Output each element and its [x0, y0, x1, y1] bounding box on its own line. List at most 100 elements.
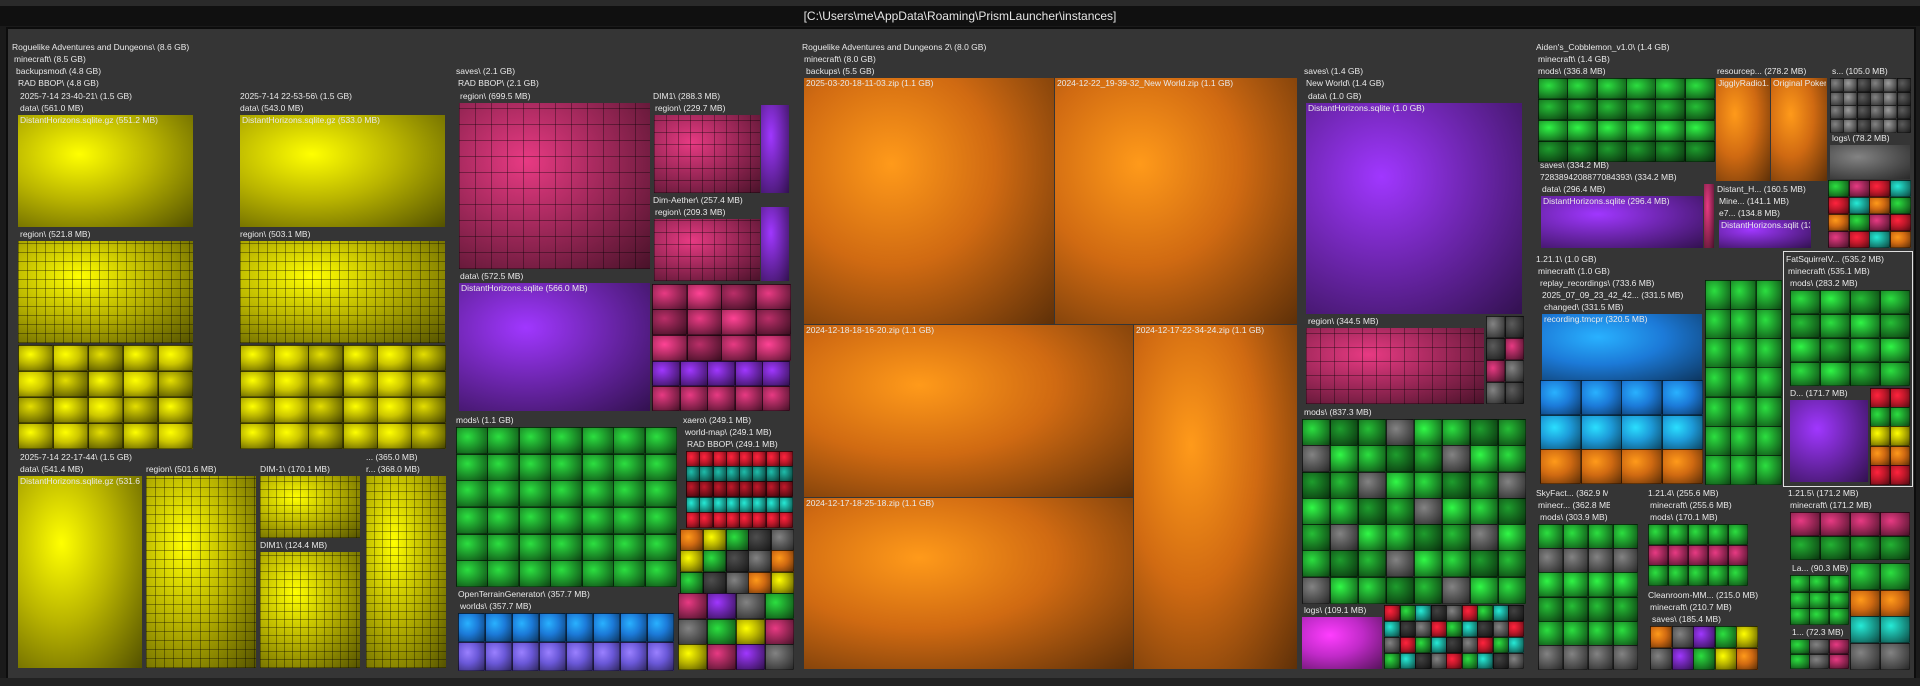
- rad-mods-file-tile[interactable]: [613, 534, 645, 561]
- rad2-mods-file-tile[interactable]: [1386, 445, 1414, 472]
- rad2-misc-tile-tile[interactable]: [1415, 637, 1431, 653]
- skyfactory-mods-file-tile[interactable]: [1563, 621, 1588, 646]
- xaero-tile-tile[interactable]: [752, 481, 766, 497]
- rad2-mods-file-tile[interactable]: [1414, 577, 1442, 604]
- rad2-mods-file-tile[interactable]: [1302, 472, 1330, 499]
- cobblemon-s-tile-tile[interactable]: [1857, 119, 1871, 133]
- rad-mods-file-tile[interactable]: [582, 560, 614, 587]
- xaero-tile-tile[interactable]: [752, 497, 766, 513]
- skyfactory-mods-file-tile[interactable]: [1588, 645, 1613, 670]
- otg-world-tile-tile[interactable]: [566, 642, 593, 671]
- rad2-mods-file-tile[interactable]: [1414, 445, 1442, 472]
- xaero-tile-tile[interactable]: [713, 512, 727, 528]
- cobblemon-distanthorizons-2[interactable]: DistantHorizons.sqlit (134.8 MB): [1719, 220, 1811, 248]
- xaero-tile-tile[interactable]: [739, 512, 753, 528]
- rad-mods-file-tile[interactable]: [487, 534, 519, 561]
- rad2-mods-file-tile[interactable]: [1386, 550, 1414, 577]
- rad2-mods-file-tile[interactable]: [1330, 498, 1358, 525]
- skyfactory-mods-file-tile[interactable]: [1538, 572, 1563, 597]
- rad2-misc-tile-tile[interactable]: [1493, 605, 1509, 621]
- cobblemon-mods-file-tile[interactable]: [1685, 120, 1715, 141]
- replay-recording-file[interactable]: recording.tmcpr (320.5 MB): [1542, 314, 1702, 380]
- otg-world-tile-tile[interactable]: [539, 613, 566, 642]
- misc-tile-2-tile[interactable]: [765, 593, 794, 619]
- rad2-mods-file-tile[interactable]: [1358, 472, 1386, 499]
- rad-mods-file-tile[interactable]: [456, 454, 488, 481]
- xaero-tile-tile[interactable]: [686, 451, 700, 467]
- backup-2-region-files-tile[interactable]: [411, 371, 446, 397]
- rad-mods-file-tile[interactable]: [645, 560, 677, 587]
- cobblemon-s-tile-tile[interactable]: [1897, 119, 1911, 133]
- rad2-region-extra-tile[interactable]: [1505, 316, 1524, 338]
- cleanroom-saves-tile-tile[interactable]: [1650, 648, 1672, 670]
- xaero-tile-tile[interactable]: [766, 497, 780, 513]
- cobblemon-mods-file-tile[interactable]: [1597, 99, 1627, 120]
- backup-1-region-files-tile[interactable]: [123, 423, 158, 449]
- cobblemon-mods-file-tile[interactable]: [1655, 78, 1685, 99]
- rad2-misc-tile-tile[interactable]: [1400, 653, 1416, 669]
- rad-saves-misc2-tile[interactable]: [762, 386, 790, 411]
- rad-saves-misc2-tile[interactable]: [707, 386, 735, 411]
- rad2-mods-file-tile[interactable]: [1498, 445, 1526, 472]
- replay-other-tile-tile[interactable]: [1581, 449, 1622, 484]
- xaero-tile-tile[interactable]: [699, 497, 713, 513]
- rad2-mods-file-tile[interactable]: [1442, 577, 1470, 604]
- rad-mods-file-tile[interactable]: [645, 454, 677, 481]
- v1211-misc-tile-tile[interactable]: [1730, 338, 1756, 368]
- misc-tile-tile[interactable]: [726, 572, 749, 594]
- rad2-mods-file-tile[interactable]: [1386, 472, 1414, 499]
- backup-2-region-files-tile[interactable]: [343, 423, 378, 449]
- cobblemon-misc-tile-tile[interactable]: [1828, 180, 1849, 197]
- rad-mods-file-tile[interactable]: [487, 560, 519, 587]
- rad2-mods-file-tile[interactable]: [1386, 524, 1414, 551]
- replay-other-tile-tile[interactable]: [1581, 380, 1622, 415]
- backup-1-region-files-tile[interactable]: [53, 423, 88, 449]
- replay-other-tile-tile[interactable]: [1540, 380, 1581, 415]
- backup-1-region-files-tile[interactable]: [88, 397, 123, 423]
- skyfactory-mods-file-tile[interactable]: [1563, 524, 1588, 549]
- cobblemon-s-tile-tile[interactable]: [1843, 105, 1857, 119]
- rad-mods-file-tile[interactable]: [487, 427, 519, 454]
- otg-world-tile-tile[interactable]: [566, 613, 593, 642]
- cobblemon-misc-tile-tile[interactable]: [1890, 231, 1911, 248]
- otg-world-tile-tile[interactable]: [593, 613, 620, 642]
- misc-tile-2-tile[interactable]: [707, 644, 736, 670]
- v1215-mods-file-tile[interactable]: [1850, 512, 1880, 536]
- cobblemon-misc-tile-tile[interactable]: [1869, 180, 1890, 197]
- fatsquirrel-misc-tile-tile[interactable]: [1890, 407, 1910, 427]
- cobblemon-s-tile-tile[interactable]: [1843, 78, 1857, 92]
- v1215-one-tile-tile[interactable]: [1809, 639, 1829, 654]
- rad-saves-misc-tile[interactable]: [756, 284, 791, 310]
- skyfactory-mods-file-tile[interactable]: [1613, 572, 1638, 597]
- v1211-misc-tile-tile[interactable]: [1705, 309, 1731, 339]
- rad2-region-extra-tile[interactable]: [1486, 316, 1505, 338]
- misc-tile-tile[interactable]: [703, 550, 726, 572]
- rad-mods-file-tile[interactable]: [582, 507, 614, 534]
- backup-1-region-files-tile[interactable]: [53, 397, 88, 423]
- rad2-mods-file-tile[interactable]: [1442, 445, 1470, 472]
- rad2-misc-tile-tile[interactable]: [1400, 605, 1416, 621]
- fatsquirrel-misc-tile-tile[interactable]: [1890, 426, 1910, 446]
- cobblemon-misc-tile-tile[interactable]: [1869, 231, 1890, 248]
- rad2-mods-file-tile[interactable]: [1330, 419, 1358, 446]
- backup-3-dim-1[interactable]: [260, 476, 360, 538]
- rad2-mods-file-tile[interactable]: [1386, 498, 1414, 525]
- backup-1-region-files-tile[interactable]: [123, 371, 158, 397]
- otg-world-tile-tile[interactable]: [647, 642, 674, 671]
- cobblemon-mods-file-tile[interactable]: [1538, 78, 1568, 99]
- rad2-misc-tile-tile[interactable]: [1384, 621, 1400, 637]
- rad-mods-file-tile[interactable]: [519, 534, 551, 561]
- cleanroom-saves-tile-tile[interactable]: [1715, 648, 1737, 670]
- v1215-la-tile-tile[interactable]: [1790, 575, 1810, 592]
- v1215-misc-tile-tile[interactable]: [1880, 590, 1910, 617]
- cobblemon-s-tile-tile[interactable]: [1857, 105, 1871, 119]
- v1215-mods-file-tile[interactable]: [1790, 536, 1820, 560]
- cobblemon-s-tile-tile[interactable]: [1897, 105, 1911, 119]
- fatsquirrel-mods-file-tile[interactable]: [1850, 362, 1880, 386]
- v1211-misc-tile-tile[interactable]: [1705, 338, 1731, 368]
- rad-mods-file-tile[interactable]: [613, 507, 645, 534]
- cobblemon-s-tile-tile[interactable]: [1883, 78, 1897, 92]
- v1215-mods-file-tile[interactable]: [1790, 512, 1820, 536]
- v1215-misc-tile-tile[interactable]: [1880, 563, 1910, 590]
- skyfactory-mods-file-tile[interactable]: [1613, 621, 1638, 646]
